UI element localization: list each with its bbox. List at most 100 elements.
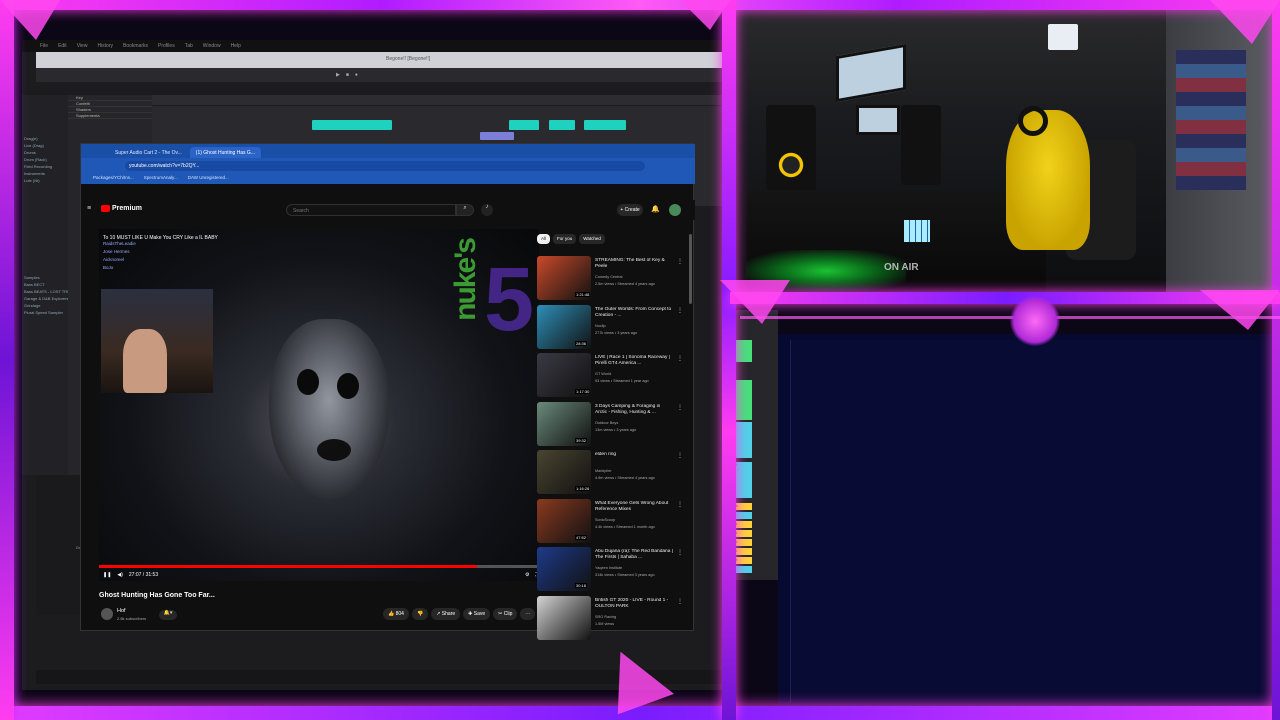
menu-item[interactable]: File: [40, 43, 48, 49]
channel-name[interactable]: GT World: [595, 372, 611, 376]
clip-button[interactable]: ✂ Clip: [493, 608, 518, 620]
video-duration: 39:32: [575, 437, 588, 443]
video-title[interactable]: The Outer Worlds: From Concept to Creati…: [595, 307, 673, 320]
neon-frame-divider: [722, 0, 736, 720]
more-options-icon[interactable]: ⋮: [677, 549, 683, 556]
chip-all[interactable]: All: [537, 234, 551, 244]
more-options-icon[interactable]: ⋮: [677, 258, 683, 265]
youtube-logo[interactable]: Premium: [101, 205, 142, 212]
video-frame-face: [269, 319, 389, 499]
daw-menubar: File Edit View History Bookmarks Profile…: [22, 40, 722, 52]
chip-for-you[interactable]: For you: [553, 234, 577, 244]
menu-item[interactable]: Profiles: [158, 43, 175, 49]
bookmark-item[interactable]: DAW Unregistered...: [188, 175, 229, 180]
more-options-icon[interactable]: ⋮: [677, 404, 683, 411]
bookmark-item[interactable]: Packages/YCh/Ins...: [93, 175, 134, 180]
recommended-video[interactable]: 39:32 3 Days Camping & Foraging in Arctic…: [537, 401, 687, 451]
notifications-icon[interactable]: 🔔: [651, 205, 660, 213]
track-row[interactable]: Supplementa: [68, 113, 152, 119]
stop-icon[interactable]: ■: [346, 72, 349, 78]
video-title[interactable]: LIVE | Race 1 | Sonoma Raceway | Pirelli…: [595, 355, 673, 368]
more-options-icon[interactable]: ⋮: [677, 355, 683, 362]
recommendations-list: 1:21:48 STREAMING: The Best of Key & Peel…: [537, 256, 687, 644]
recommended-video[interactable]: 1:21:48 STREAMING: The Best of Key & Peel…: [537, 256, 687, 305]
video-duration: 28:36: [575, 340, 588, 346]
audio-clip[interactable]: [509, 120, 539, 130]
recommended-video[interactable]: British GT 2020 - LIVE - Round 1 - OULTO…: [537, 595, 687, 645]
video-title[interactable]: British GT 2020 - LIVE - Round 1 - OULTO…: [595, 598, 673, 611]
recommended-video[interactable]: 47:52 What Everyone Gets Wrong About Refe…: [537, 498, 687, 548]
channel-name[interactable]: SonicScoop: [595, 518, 615, 522]
dislike-button[interactable]: 👎: [411, 608, 429, 620]
audio-clip[interactable]: [312, 120, 392, 130]
video-duration: 1:17:30: [575, 389, 591, 394]
record-icon[interactable]: ●: [355, 72, 358, 78]
recommended-video[interactable]: 1:17:30 LIVE | Race 1 | Sonoma Raceway | …: [537, 353, 687, 402]
audio-clip[interactable]: [584, 120, 626, 130]
save-button[interactable]: ✚ Save: [463, 608, 491, 620]
more-options-icon[interactable]: ⋮: [677, 598, 683, 605]
video-meta: 13m views • 3 years ago: [595, 427, 637, 432]
menu-item[interactable]: Window: [203, 43, 221, 49]
recommended-video[interactable]: 28:36 The Outer Worlds: From Concept to C…: [537, 304, 687, 354]
channel-avatar[interactable]: [101, 608, 113, 620]
empty-panel-inner: [790, 340, 1272, 702]
video-title[interactable]: STREAMING: The Best of Key & Peele: [595, 258, 673, 271]
menu-item[interactable]: Bookmarks: [123, 43, 148, 49]
more-button[interactable]: ⋯: [520, 608, 536, 620]
video-player[interactable]: nuke's 5 To 10 MUST LIKE U Make You CRY …: [99, 229, 539, 581]
channel-name[interactable]: SRO Racing: [595, 615, 616, 619]
channel-name[interactable]: Outdoor Boys: [595, 421, 618, 425]
wall-posters: [1176, 50, 1246, 190]
video-title[interactable]: What Everyone Gets Wrong About Reference…: [595, 501, 673, 514]
video-thumbnail[interactable]: [537, 595, 591, 640]
channel-name[interactable]: Comedy Central: [595, 275, 622, 279]
channel-name[interactable]: Hof: [117, 608, 126, 614]
recommended-video[interactable]: 1:16:26 elden ring Markiplier 4.9m views • …: [537, 450, 687, 499]
like-button[interactable]: 👍 804: [383, 608, 409, 620]
neon-frame-bottom: [0, 706, 1280, 720]
audio-clip[interactable]: [549, 120, 575, 130]
menu-icon[interactable]: ≡: [87, 205, 91, 212]
scrollbar[interactable]: [689, 234, 692, 304]
play-icon[interactable]: ▶: [336, 72, 340, 78]
more-options-icon[interactable]: ⋮: [677, 501, 683, 508]
more-options-icon[interactable]: ⋮: [677, 452, 683, 459]
browser-tab[interactable]: Super Audio Cart 2 - The Ov...: [109, 147, 188, 158]
video-title[interactable]: 3 Days Camping & Foraging in Arctic - Fi…: [595, 404, 673, 417]
video-meta: 277k views • 3 years ago: [595, 330, 638, 335]
account-avatar[interactable]: [669, 204, 681, 216]
pause-icon[interactable]: ❚❚: [103, 572, 111, 578]
channel-name[interactable]: Yaqeen Institute: [595, 566, 622, 570]
menu-item[interactable]: Edit: [58, 43, 67, 49]
menu-item[interactable]: Help: [231, 43, 241, 49]
bookmark-item[interactable]: SpectrumAnaly...: [144, 175, 178, 180]
video-title[interactable]: Abu Dujana (ra): The Red Bandana | The F…: [595, 549, 673, 562]
browser-tab-active[interactable]: (1) Ghost Hunting Has G...: [189, 147, 261, 158]
volume-icon[interactable]: ◀): [117, 572, 123, 578]
menu-item[interactable]: Tab: [185, 43, 193, 49]
more-options-icon[interactable]: ⋮: [677, 307, 683, 314]
search-input[interactable]: Search: [286, 204, 456, 216]
share-button[interactable]: ↗ Share: [431, 608, 461, 620]
search-icon[interactable]: ⌕: [456, 204, 474, 216]
channel-name[interactable]: Markiplier: [595, 469, 611, 473]
recommended-video[interactable]: 30:18 Abu Dujana (ra): The Red Bandana | …: [537, 547, 687, 596]
url-field[interactable]: youtube.com/watch?v=7b2QY...: [125, 161, 645, 171]
video-title[interactable]: elden ring: [595, 452, 673, 458]
channel-name[interactable]: Noclip: [595, 324, 606, 328]
subscribed-bell-button[interactable]: 🔔▾: [159, 610, 177, 620]
menu-item[interactable]: History: [97, 43, 113, 49]
create-button[interactable]: + Create: [617, 204, 643, 216]
midi-clip[interactable]: [480, 132, 514, 140]
mic-icon[interactable]: ♪: [481, 204, 493, 216]
face-mouth: [317, 439, 351, 461]
settings-icon[interactable]: ⚙: [525, 572, 529, 578]
timeline-ruler[interactable]: [152, 95, 722, 105]
subscriber-count: 2.6k subscribers: [117, 616, 147, 621]
video-meta: 2.5m views • Streamed 4 years ago: [595, 282, 655, 286]
video-meta: 93 views • Streamed 1 year ago: [595, 379, 649, 383]
menu-item[interactable]: View: [77, 43, 88, 49]
chip-watched[interactable]: Watched: [579, 234, 605, 244]
video-meta: 314k views • Streamed 3 years ago: [595, 573, 655, 577]
